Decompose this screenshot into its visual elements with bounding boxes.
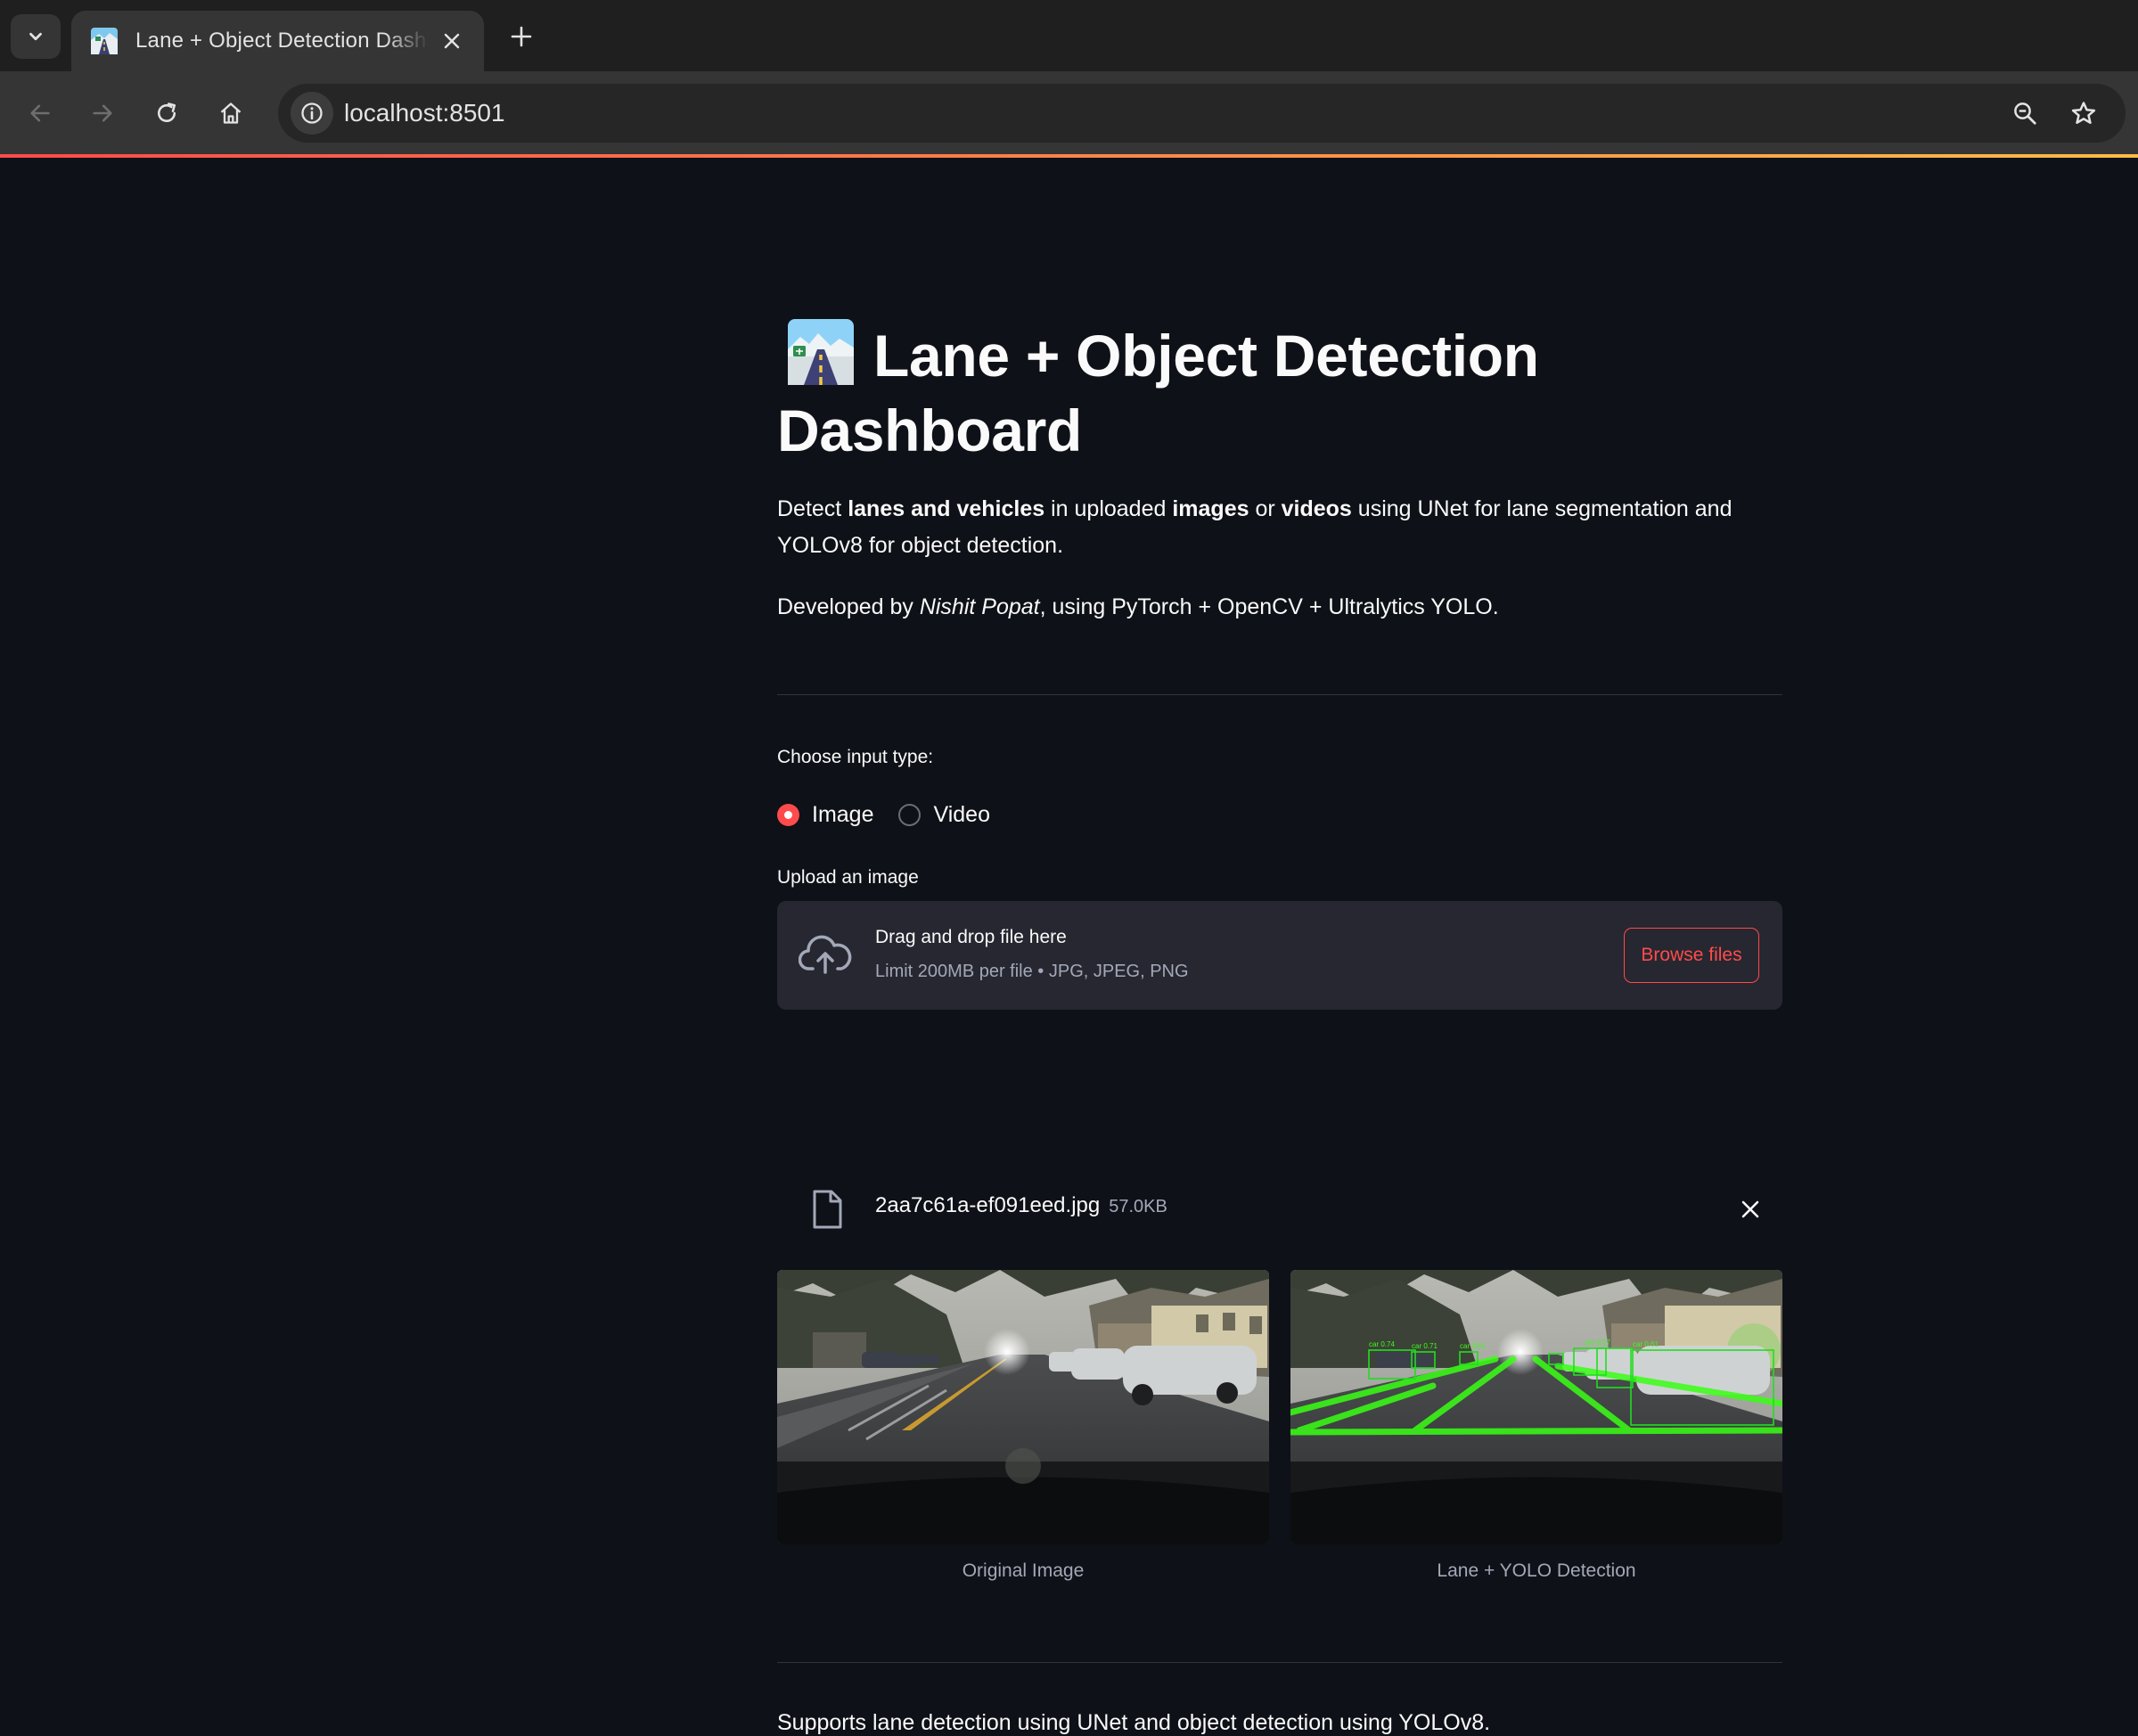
remove-file-button[interactable] bbox=[1733, 1191, 1768, 1227]
input-type-radio-group: Image Video bbox=[777, 797, 1015, 832]
browser-tabstrip: Lane + Object Detection Dashboard bbox=[0, 0, 2138, 71]
street-scene-image bbox=[777, 1270, 1269, 1544]
uploaded-file-info: 2aa7c61a-ef091eed.jpg 57.0KB bbox=[875, 1193, 1167, 1218]
desc-bold-images: images bbox=[1172, 496, 1249, 521]
radio-video-label: Video bbox=[933, 801, 990, 827]
chevron-down-icon bbox=[29, 32, 42, 41]
back-button[interactable] bbox=[18, 91, 62, 135]
cloud-upload-icon bbox=[799, 935, 852, 974]
star-icon bbox=[2071, 102, 2096, 124]
original-image-caption: Original Image bbox=[962, 1560, 1085, 1581]
divider bbox=[777, 694, 1782, 695]
uploaded-file-name: 2aa7c61a-ef091eed.jpg bbox=[875, 1193, 1101, 1217]
page-title-text: Lane + Object Detection Dashboard bbox=[777, 323, 1539, 463]
developer-credit: Developed by Nishit Popat, using PyTorch… bbox=[777, 589, 1782, 626]
app-header-decoration bbox=[0, 154, 2138, 158]
detection-label: car 0.71 bbox=[1412, 1342, 1438, 1350]
uploader-label: Upload an image bbox=[777, 867, 919, 888]
detection-label: car 0.61 bbox=[1460, 1342, 1486, 1350]
url-text: localhost:8501 bbox=[344, 99, 505, 127]
desc-bold-lanes: lanes and vehicles bbox=[848, 496, 1045, 521]
footer-text: Supports lane detection using UNet and o… bbox=[777, 1710, 1491, 1735]
forward-button[interactable] bbox=[80, 91, 125, 135]
home-button[interactable] bbox=[209, 91, 253, 135]
reload-button[interactable] bbox=[144, 91, 189, 135]
detection-image: car 0.74 car 0.71 car 0.61 car 0.57 car … bbox=[1290, 1270, 1782, 1544]
desc-part-1: Detect bbox=[777, 496, 848, 521]
address-bar[interactable]: localhost:8501 bbox=[278, 84, 2126, 143]
dropzone-limits: Limit 200MB per file • JPG, JPEG, PNG bbox=[875, 962, 1189, 981]
tab-search-button[interactable] bbox=[11, 14, 61, 59]
detection-scene-image: car 0.74 car 0.71 car 0.61 car 0.57 car … bbox=[1290, 1270, 1782, 1544]
original-image bbox=[777, 1270, 1269, 1544]
radio-image-label: Image bbox=[812, 801, 874, 827]
radio-image[interactable]: Image bbox=[777, 802, 873, 828]
arrow-right-icon bbox=[93, 104, 112, 122]
radio-unselected-indicator bbox=[898, 803, 922, 826]
site-info-button[interactable] bbox=[291, 92, 333, 135]
home-icon bbox=[220, 102, 242, 124]
browser-tab-active[interactable]: Lane + Object Detection Dashboard bbox=[71, 11, 484, 71]
bookmark-button[interactable] bbox=[2061, 91, 2106, 135]
developer-name: Nishit Popat bbox=[919, 594, 1040, 619]
file-icon bbox=[813, 1190, 842, 1229]
dev-prefix: Developed by bbox=[777, 594, 920, 619]
arrow-left-icon bbox=[30, 104, 50, 122]
desc-part-3: or bbox=[1249, 496, 1282, 521]
detection-label: car 0.74 bbox=[1369, 1340, 1395, 1348]
dev-suffix: , using PyTorch + OpenCV + Ultralytics Y… bbox=[1039, 594, 1499, 619]
tab-title: Lane + Object Detection Dashboard bbox=[135, 29, 429, 53]
detection-label: car 0.61 bbox=[1633, 1340, 1659, 1348]
detection-label: car 0.57 bbox=[1585, 1339, 1610, 1347]
road-favicon-icon bbox=[91, 28, 118, 54]
desc-bold-videos: videos bbox=[1281, 496, 1352, 521]
close-icon bbox=[1741, 1200, 1759, 1218]
plus-icon bbox=[511, 26, 532, 47]
divider bbox=[777, 1662, 1782, 1663]
info-icon bbox=[301, 102, 323, 124]
uploaded-file-size: 57.0KB bbox=[1109, 1197, 1167, 1216]
zoom-button[interactable] bbox=[2003, 91, 2047, 135]
browse-files-button[interactable]: Browse files bbox=[1624, 928, 1759, 983]
browser-toolbar: localhost:8501 bbox=[0, 71, 2138, 155]
reload-icon bbox=[157, 102, 176, 123]
radio-selected-indicator bbox=[777, 803, 799, 826]
dropzone-instructions: Drag and drop file here bbox=[875, 927, 1067, 947]
zoom-out-icon bbox=[2014, 102, 2036, 125]
radio-video[interactable]: Video bbox=[898, 802, 990, 828]
page-title: Lane + Object Detection Dashboard bbox=[777, 318, 1668, 468]
tab-close-button[interactable] bbox=[436, 25, 468, 57]
new-tab-button[interactable] bbox=[499, 14, 544, 59]
detection-image-caption: Lane + YOLO Detection bbox=[1437, 1560, 1636, 1581]
desc-part-2: in uploaded bbox=[1044, 496, 1173, 521]
file-dropzone[interactable]: Drag and drop file here Limit 200MB per … bbox=[777, 901, 1782, 1010]
close-icon bbox=[444, 33, 460, 49]
input-type-label: Choose input type: bbox=[777, 747, 934, 767]
motorway-emoji-icon bbox=[788, 319, 854, 385]
app-description: Detect lanes and vehicles in uploaded im… bbox=[777, 491, 1782, 564]
